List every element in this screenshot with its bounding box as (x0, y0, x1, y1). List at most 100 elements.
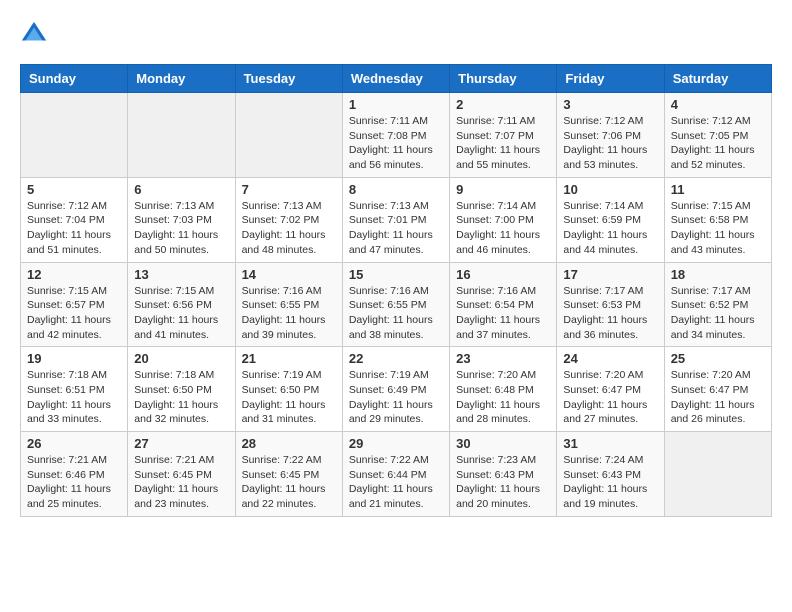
calendar-cell (664, 432, 771, 517)
calendar-cell: 24 Sunrise: 7:20 AMSunset: 6:47 PMDayligh… (557, 347, 664, 432)
day-number: 11 (671, 182, 765, 197)
day-number: 10 (563, 182, 657, 197)
day-number: 23 (456, 351, 550, 366)
day-number: 20 (134, 351, 228, 366)
day-info: Sunrise: 7:22 AMSunset: 6:45 PMDaylight:… (242, 453, 336, 512)
calendar-week-4: 19 Sunrise: 7:18 AMSunset: 6:51 PMDayligh… (21, 347, 772, 432)
day-number: 27 (134, 436, 228, 451)
calendar-cell: 30 Sunrise: 7:23 AMSunset: 6:43 PMDayligh… (450, 432, 557, 517)
day-info: Sunrise: 7:20 AMSunset: 6:47 PMDaylight:… (563, 368, 657, 427)
day-number: 24 (563, 351, 657, 366)
day-info: Sunrise: 7:17 AMSunset: 6:53 PMDaylight:… (563, 284, 657, 343)
logo-icon (20, 20, 48, 48)
day-info: Sunrise: 7:20 AMSunset: 6:47 PMDaylight:… (671, 368, 765, 427)
day-info: Sunrise: 7:14 AMSunset: 7:00 PMDaylight:… (456, 199, 550, 258)
calendar-cell: 9 Sunrise: 7:14 AMSunset: 7:00 PMDaylight… (450, 177, 557, 262)
day-number: 30 (456, 436, 550, 451)
calendar-cell: 1 Sunrise: 7:11 AMSunset: 7:08 PMDaylight… (342, 93, 449, 178)
day-number: 7 (242, 182, 336, 197)
calendar-cell: 14Sunrise: 7:16 AMSunset: 6:55 PMDayligh… (235, 262, 342, 347)
day-number: 17 (563, 267, 657, 282)
day-number: 29 (349, 436, 443, 451)
day-info: Sunrise: 7:20 AMSunset: 6:48 PMDaylight:… (456, 368, 550, 427)
day-info: Sunrise: 7:19 AMSunset: 6:50 PMDaylight:… (242, 368, 336, 427)
day-number: 9 (456, 182, 550, 197)
day-number: 19 (27, 351, 121, 366)
day-info: Sunrise: 7:13 AMSunset: 7:03 PMDaylight:… (134, 199, 228, 258)
day-info: Sunrise: 7:13 AMSunset: 7:02 PMDaylight:… (242, 199, 336, 258)
calendar-cell: 2Sunrise: 7:11 AMSunset: 7:07 PMDaylight… (450, 93, 557, 178)
day-info: Sunrise: 7:19 AMSunset: 6:49 PMDaylight:… (349, 368, 443, 427)
day-number: 3 (563, 97, 657, 112)
calendar-cell: 3Sunrise: 7:12 AMSunset: 7:06 PMDaylight… (557, 93, 664, 178)
calendar-cell: 11 Sunrise: 7:15 AMSunset: 6:58 PMDayligh… (664, 177, 771, 262)
day-number: 1 (349, 97, 443, 112)
calendar-cell: 23 Sunrise: 7:20 AMSunset: 6:48 PMDayligh… (450, 347, 557, 432)
calendar-cell (21, 93, 128, 178)
day-number: 6 (134, 182, 228, 197)
calendar-cell: 7 Sunrise: 7:13 AMSunset: 7:02 PMDaylight… (235, 177, 342, 262)
day-info: Sunrise: 7:23 AMSunset: 6:43 PMDaylight:… (456, 453, 550, 512)
calendar-header: SundayMondayTuesdayWednesdayThursdayFrid… (21, 65, 772, 93)
calendar-cell: 15Sunrise: 7:16 AMSunset: 6:55 PMDayligh… (342, 262, 449, 347)
day-number: 8 (349, 182, 443, 197)
weekday-header-wednesday: Wednesday (342, 65, 449, 93)
calendar-cell: 28 Sunrise: 7:22 AMSunset: 6:45 PMDayligh… (235, 432, 342, 517)
weekday-header-thursday: Thursday (450, 65, 557, 93)
calendar-cell: 4Sunrise: 7:12 AMSunset: 7:05 PMDaylight… (664, 93, 771, 178)
calendar-cell: 19 Sunrise: 7:18 AMSunset: 6:51 PMDayligh… (21, 347, 128, 432)
day-number: 5 (27, 182, 121, 197)
calendar-cell (128, 93, 235, 178)
day-info: Sunrise: 7:12 AMSunset: 7:04 PMDaylight:… (27, 199, 121, 258)
weekday-header-tuesday: Tuesday (235, 65, 342, 93)
page-header (20, 20, 772, 48)
day-number: 2 (456, 97, 550, 112)
calendar-cell: 31Sunrise: 7:24 AMSunset: 6:43 PMDayligh… (557, 432, 664, 517)
day-number: 21 (242, 351, 336, 366)
calendar-cell: 5 Sunrise: 7:12 AMSunset: 7:04 PMDaylight… (21, 177, 128, 262)
calendar-week-2: 5 Sunrise: 7:12 AMSunset: 7:04 PMDaylight… (21, 177, 772, 262)
day-number: 16 (456, 267, 550, 282)
day-info: Sunrise: 7:13 AMSunset: 7:01 PMDaylight:… (349, 199, 443, 258)
day-number: 12 (27, 267, 121, 282)
day-number: 25 (671, 351, 765, 366)
calendar-week-3: 12 Sunrise: 7:15 AMSunset: 6:57 PMDayligh… (21, 262, 772, 347)
calendar-cell: 22Sunrise: 7:19 AMSunset: 6:49 PMDayligh… (342, 347, 449, 432)
day-info: Sunrise: 7:21 AMSunset: 6:45 PMDaylight:… (134, 453, 228, 512)
weekday-header-saturday: Saturday (664, 65, 771, 93)
calendar-cell: 29 Sunrise: 7:22 AMSunset: 6:44 PMDayligh… (342, 432, 449, 517)
day-info: Sunrise: 7:16 AMSunset: 6:55 PMDaylight:… (349, 284, 443, 343)
logo (20, 20, 52, 48)
day-info: Sunrise: 7:15 AMSunset: 6:58 PMDaylight:… (671, 199, 765, 258)
calendar-cell: 6 Sunrise: 7:13 AMSunset: 7:03 PMDaylight… (128, 177, 235, 262)
day-info: Sunrise: 7:18 AMSunset: 6:51 PMDaylight:… (27, 368, 121, 427)
day-info: Sunrise: 7:15 AMSunset: 6:56 PMDaylight:… (134, 284, 228, 343)
day-info: Sunrise: 7:14 AMSunset: 6:59 PMDaylight:… (563, 199, 657, 258)
day-number: 4 (671, 97, 765, 112)
day-number: 28 (242, 436, 336, 451)
calendar-cell: 17 Sunrise: 7:17 AMSunset: 6:53 PMDayligh… (557, 262, 664, 347)
calendar-week-1: 1 Sunrise: 7:11 AMSunset: 7:08 PMDaylight… (21, 93, 772, 178)
day-info: Sunrise: 7:15 AMSunset: 6:57 PMDaylight:… (27, 284, 121, 343)
day-number: 31 (563, 436, 657, 451)
calendar-cell: 27 Sunrise: 7:21 AMSunset: 6:45 PMDayligh… (128, 432, 235, 517)
calendar-cell: 25 Sunrise: 7:20 AMSunset: 6:47 PMDayligh… (664, 347, 771, 432)
day-number: 26 (27, 436, 121, 451)
day-info: Sunrise: 7:16 AMSunset: 6:55 PMDaylight:… (242, 284, 336, 343)
calendar-cell: 16Sunrise: 7:16 AMSunset: 6:54 PMDayligh… (450, 262, 557, 347)
calendar-body: 1 Sunrise: 7:11 AMSunset: 7:08 PMDaylight… (21, 93, 772, 517)
calendar-cell: 8 Sunrise: 7:13 AMSunset: 7:01 PMDaylight… (342, 177, 449, 262)
weekday-row: SundayMondayTuesdayWednesdayThursdayFrid… (21, 65, 772, 93)
day-number: 13 (134, 267, 228, 282)
calendar-cell: 18Sunrise: 7:17 AMSunset: 6:52 PMDayligh… (664, 262, 771, 347)
day-info: Sunrise: 7:21 AMSunset: 6:46 PMDaylight:… (27, 453, 121, 512)
calendar-cell: 10 Sunrise: 7:14 AMSunset: 6:59 PMDayligh… (557, 177, 664, 262)
day-info: Sunrise: 7:22 AMSunset: 6:44 PMDaylight:… (349, 453, 443, 512)
calendar-week-5: 26 Sunrise: 7:21 AMSunset: 6:46 PMDayligh… (21, 432, 772, 517)
calendar-cell: 12 Sunrise: 7:15 AMSunset: 6:57 PMDayligh… (21, 262, 128, 347)
calendar-cell: 26 Sunrise: 7:21 AMSunset: 6:46 PMDayligh… (21, 432, 128, 517)
weekday-header-friday: Friday (557, 65, 664, 93)
weekday-header-sunday: Sunday (21, 65, 128, 93)
day-info: Sunrise: 7:11 AMSunset: 7:08 PMDaylight:… (349, 114, 443, 173)
day-number: 18 (671, 267, 765, 282)
